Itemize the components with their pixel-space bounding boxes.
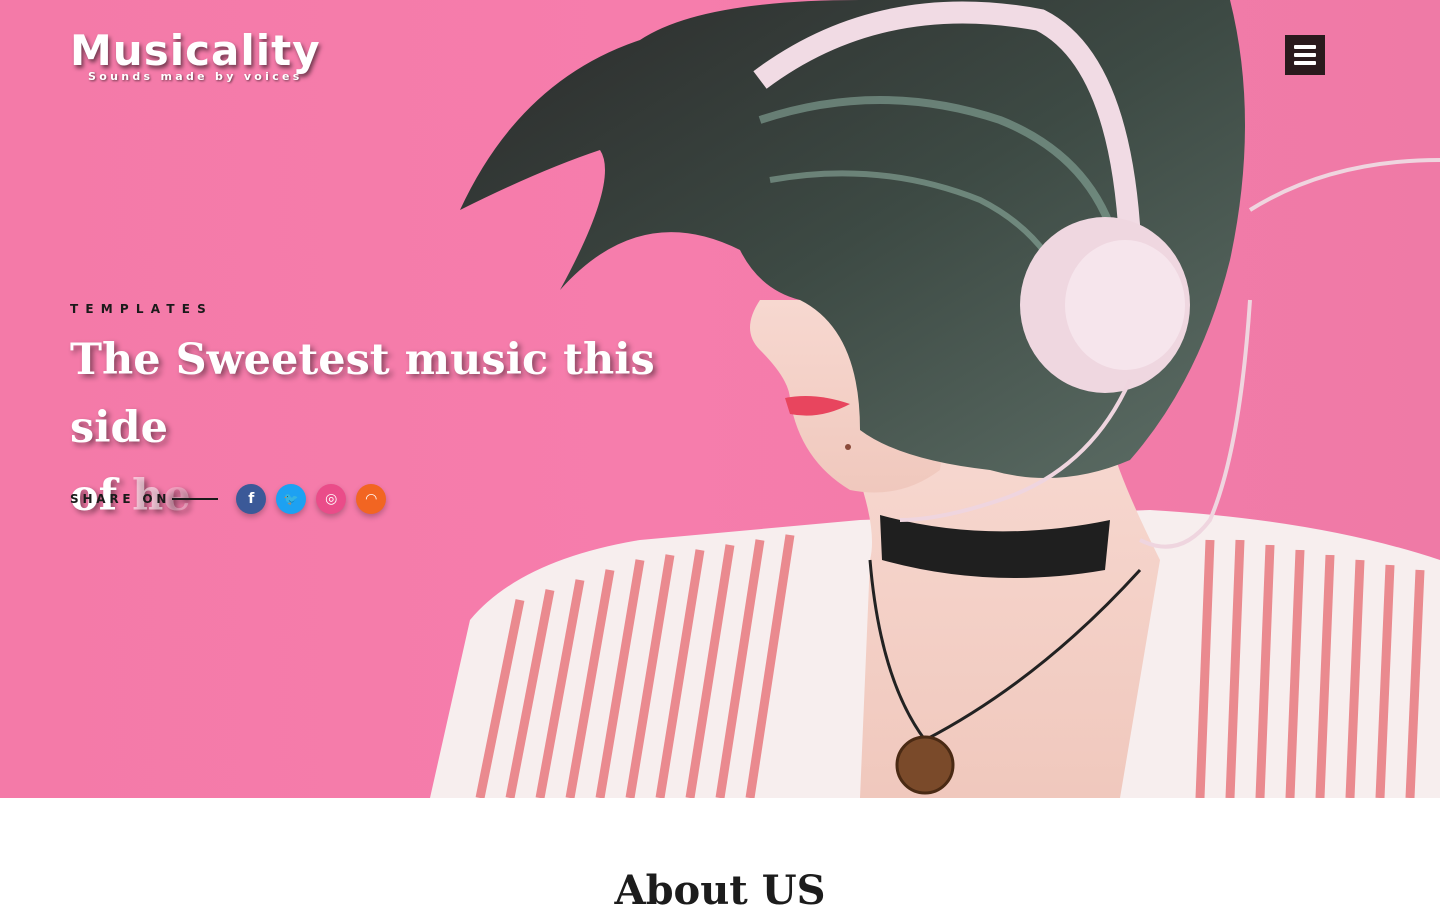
menu-button[interactable] bbox=[1285, 35, 1325, 75]
about-section: About US bbox=[0, 798, 1440, 914]
headline-line-1: The Sweetest music this side bbox=[70, 335, 655, 453]
facebook-icon[interactable]: f bbox=[236, 484, 267, 514]
dribbble-glyph: ◎ bbox=[325, 491, 338, 507]
share-row: SHARE ON f 🐦 ◎ ◠ bbox=[70, 483, 396, 515]
logo-title: Musicality bbox=[70, 26, 321, 75]
dribbble-icon[interactable]: ◎ bbox=[316, 484, 347, 514]
hero-eyebrow: TEMPLATES bbox=[70, 302, 213, 316]
site-logo[interactable]: Musicality Sounds made by voices bbox=[70, 26, 321, 83]
logo-tagline: Sounds made by voices bbox=[88, 70, 303, 83]
share-label: SHARE ON bbox=[70, 492, 171, 506]
hero-section: Musicality Sounds made by voices TEMPLAT… bbox=[0, 0, 1440, 798]
rss-glyph: ◠ bbox=[365, 491, 377, 507]
twitter-icon[interactable]: 🐦 bbox=[276, 484, 307, 514]
about-title: About US bbox=[614, 867, 826, 914]
twitter-glyph: 🐦 bbox=[283, 492, 299, 506]
rss-icon[interactable]: ◠ bbox=[356, 484, 387, 514]
facebook-glyph: f bbox=[248, 491, 255, 507]
share-divider-line bbox=[172, 498, 219, 500]
